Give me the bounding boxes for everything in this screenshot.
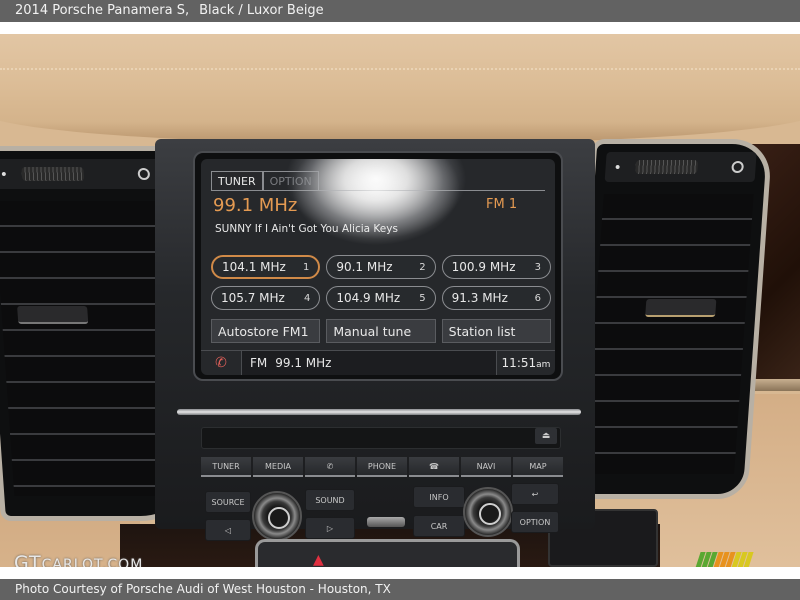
option-hw-button[interactable]: OPTION	[511, 511, 559, 533]
preset-number: 2	[419, 261, 426, 273]
band-indicator: FM 1	[486, 197, 518, 212]
status-bar: ✆ FM 99.1 MHz 11:51am	[201, 350, 555, 375]
vehicle-title: 2014 Porsche Panamera S,	[15, 3, 190, 18]
preset-number: 6	[534, 292, 541, 304]
vent-indicator-dot	[1, 172, 6, 176]
preset-frequency: 104.9 MHz	[336, 291, 401, 305]
preset-number: 5	[419, 292, 426, 304]
screen-tabs: TUNER OPTION	[211, 171, 319, 191]
screen-bezel: TUNER OPTION 99.1 MHz FM 1 SUNNY If I Ai…	[193, 151, 563, 381]
preset-frequency: 100.9 MHz	[451, 260, 516, 274]
vent-indicator-dot	[615, 165, 620, 169]
dashboard-leather	[0, 34, 800, 144]
navi-hw-button[interactable]: NAVI	[461, 457, 511, 477]
watermark-rest: CARLOT.COM	[41, 557, 144, 567]
preset-button-1[interactable]: 104.1 MHz 1	[211, 255, 321, 279]
media-hw-button[interactable]: MEDIA	[253, 457, 303, 477]
dashboard-stitching	[0, 68, 800, 72]
call-end-icon[interactable]: ☎	[409, 457, 459, 477]
tuner-hw-button[interactable]: TUNER	[201, 457, 251, 477]
clock-ampm: am	[536, 360, 551, 370]
status-source: FM 99.1 MHz	[241, 351, 497, 375]
status-band: FM	[250, 356, 268, 370]
hazard-slider	[367, 517, 405, 527]
vent-direction-tab-right[interactable]	[645, 299, 717, 317]
car-hw-button[interactable]: CAR	[413, 515, 465, 537]
preset-button-4[interactable]: 105.7 MHz 4	[211, 286, 321, 310]
preset-frequency: 104.1 MHz	[222, 260, 286, 274]
tab-divider	[211, 190, 545, 191]
cd-slot	[201, 427, 561, 449]
center-console: TUNER OPTION 99.1 MHz FM 1 SUNNY If I Ai…	[155, 139, 595, 541]
preset-button-6[interactable]: 91.3 MHz 6	[441, 286, 551, 310]
preset-frequency: 91.3 MHz	[451, 291, 508, 305]
source-hw-button[interactable]: SOURCE	[205, 491, 251, 513]
chrome-trim-strip	[177, 409, 581, 415]
vent-slats-right	[584, 194, 754, 474]
title-bar: 2014 Porsche Panamera S, Black / Luxor Be…	[0, 0, 800, 22]
preset-button-5[interactable]: 104.9 MHz 5	[326, 286, 436, 310]
vent-control-left	[0, 159, 163, 189]
vehicle-color: Black / Luxor Beige	[199, 3, 324, 18]
vent-direction-tab-left[interactable]	[17, 306, 89, 324]
action-row: Autostore FM1 Manual tune Station list	[211, 319, 551, 343]
tab-tuner[interactable]: TUNER	[211, 171, 263, 191]
preset-number: 3	[534, 261, 541, 273]
vent-close-icon	[731, 161, 745, 173]
rds-text: SUNNY If I Ain't Got You Alicia Keys	[215, 223, 398, 235]
air-vent-right	[567, 139, 773, 499]
autostore-button[interactable]: Autostore FM1	[211, 319, 321, 343]
clock-time: 11:51	[501, 356, 537, 370]
tab-option[interactable]: OPTION	[262, 171, 319, 191]
phone-hw-button[interactable]: PHONE	[357, 457, 407, 477]
vehicle-photo: TUNER OPTION 99.1 MHz FM 1 SUNNY If I Ai…	[0, 34, 800, 567]
manual-tune-button[interactable]: Manual tune	[326, 319, 436, 343]
preset-button-3[interactable]: 100.9 MHz 3	[441, 255, 551, 279]
preset-number: 4	[303, 292, 311, 304]
status-frequency: 99.1 MHz	[275, 356, 332, 370]
gtcarlot-watermark: GTCARLOT.COM	[14, 552, 143, 567]
next-icon[interactable]: ▷	[305, 517, 355, 539]
clock: 11:51am	[497, 356, 555, 370]
select-knob[interactable]	[463, 487, 513, 537]
hardware-button-row: TUNER MEDIA ✆ PHONE ☎ NAVI MAP	[201, 457, 563, 477]
preset-number: 1	[302, 261, 310, 273]
preset-frequency: 90.1 MHz	[336, 260, 393, 274]
vent-control-right	[604, 152, 757, 182]
sound-hw-button[interactable]: SOUND	[305, 489, 355, 511]
back-icon[interactable]: ↩	[511, 483, 559, 505]
call-accept-icon[interactable]: ✆	[305, 457, 355, 477]
phone-disconnected-icon: ✆	[215, 355, 227, 371]
gtcarlot-logo-icon	[695, 552, 754, 567]
gear-selector-surround: ▲	[255, 539, 520, 567]
preset-button-2[interactable]: 90.1 MHz 2	[326, 255, 436, 279]
infotainment-screen: TUNER OPTION 99.1 MHz FM 1 SUNNY If I Ai…	[201, 159, 555, 375]
preset-grid: 104.1 MHz 1 90.1 MHz 2 100.9 MHz 3 105.7 MH…	[211, 255, 551, 310]
volume-knob[interactable]	[252, 491, 302, 541]
current-frequency: 99.1 MHz	[213, 195, 298, 216]
vent-thumbwheel-left[interactable]	[21, 167, 85, 181]
vent-close-icon	[137, 168, 151, 180]
eject-button[interactable]: ⏏	[535, 428, 557, 444]
hazard-icon: ▲	[313, 552, 324, 567]
watermark-gt: GT	[14, 552, 42, 567]
station-list-button[interactable]: Station list	[441, 319, 551, 343]
prev-icon[interactable]: ◁	[205, 519, 251, 541]
info-hw-button[interactable]: INFO	[413, 486, 465, 508]
preset-frequency: 105.7 MHz	[221, 291, 285, 305]
photo-credit-bar: Photo Courtesy of Porsche Audi of West H…	[0, 579, 800, 600]
map-hw-button[interactable]: MAP	[513, 457, 563, 477]
photo-credit: Photo Courtesy of Porsche Audi of West H…	[15, 582, 391, 596]
vent-thumbwheel-right[interactable]	[635, 160, 699, 174]
